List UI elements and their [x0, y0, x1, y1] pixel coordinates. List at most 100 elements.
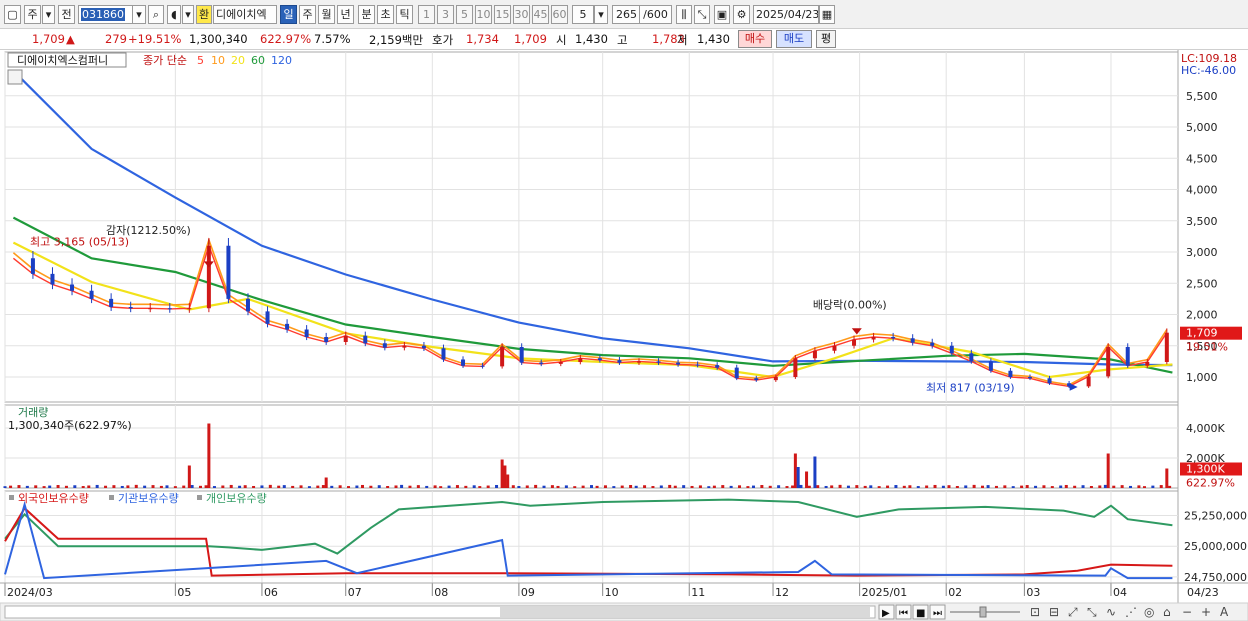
volume-bar [64, 485, 68, 488]
nav-button-icon-1: ⏮ [899, 608, 908, 619]
period-unit-label[interactable]: 주 [24, 5, 41, 24]
candle-body [539, 362, 544, 364]
tab-yearly[interactable]: 년 [337, 5, 354, 24]
tool-icon-3: ⤡ [1087, 605, 1097, 619]
volume-bar [159, 485, 163, 488]
tab-second[interactable]: 초 [377, 5, 394, 24]
layout-icon[interactable]: ▢ [4, 5, 21, 24]
volume-bar [126, 485, 130, 488]
volume-bar [1089, 486, 1093, 488]
minute-select[interactable]: 5 [572, 5, 594, 24]
volume-bar [151, 485, 155, 488]
tool-icon-6: ◎ [1144, 605, 1154, 619]
speaker-dropdown-icon[interactable]: ▾ [182, 5, 194, 24]
volume-bar [673, 485, 677, 488]
volume-bar [964, 485, 968, 488]
x-tick-label: 10 [605, 586, 619, 599]
minute-option-45[interactable]: 45 [532, 5, 549, 24]
legend-label: 종가 단순 [143, 54, 187, 67]
volume-bar [933, 484, 937, 488]
tool-icon-1: ⊟ [1049, 605, 1059, 619]
volume-bar [550, 485, 554, 488]
volume-bar [902, 485, 906, 488]
candle-body [382, 343, 387, 348]
volume-bar [1159, 485, 1163, 488]
minute-option-60[interactable]: 60 [551, 5, 568, 24]
minute-option-3[interactable]: 3 [437, 5, 454, 24]
save-icon[interactable]: ▣ [714, 5, 730, 24]
bid-price: 1,709 [514, 32, 547, 46]
volume-bar [377, 485, 381, 488]
tab-weekly[interactable]: 주 [299, 5, 316, 24]
minute-option-5[interactable]: 5 [456, 5, 473, 24]
minute-select-dropdown-icon[interactable]: ▾ [594, 5, 608, 24]
minute-option-30[interactable]: 30 [513, 5, 530, 24]
volume-bar [894, 485, 898, 488]
volume-panel-frame [4, 404, 1179, 489]
candle-body [852, 339, 857, 346]
stock-chart-svg: 2024/03 05 06 07 08 09 10 11 12 2025/01 02 03 04 04/2… [0, 50, 1248, 621]
calendar-icon[interactable]: ▦ [819, 5, 835, 24]
tool-icon-0: ⊡ [1030, 605, 1040, 619]
volume-bar [916, 486, 920, 488]
minute-option-10[interactable]: 10 [475, 5, 492, 24]
settings-gear-icon[interactable]: ⚙ [733, 5, 750, 24]
candle-body [949, 345, 954, 354]
legend-period-20: 20 [231, 54, 245, 67]
candle-body [773, 377, 778, 381]
candle-body [89, 290, 94, 299]
stock-name-field[interactable]: 디에이치엑 [213, 5, 277, 24]
candle-icon[interactable]: ⫼ [676, 5, 692, 24]
tab-monthly[interactable]: 월 [318, 5, 335, 24]
tab-daily[interactable]: 일 [280, 5, 297, 24]
period-dropdown-icon[interactable]: ▾ [42, 5, 55, 24]
prev-button[interactable]: 전 [58, 5, 75, 24]
volume-bar [668, 484, 672, 488]
price-y-label: 5,000 [1186, 121, 1218, 134]
avg-button[interactable]: 평 [816, 30, 836, 48]
chart-title: 디에이치엑스컴퍼니 [17, 54, 108, 67]
x-tick-label: 12 [775, 586, 789, 599]
volume-y-label: 4,000K [1186, 422, 1225, 435]
volume-bar [433, 485, 437, 488]
volume-bar [87, 485, 91, 488]
minute-option-1[interactable]: 1 [418, 5, 435, 24]
volume-bar [620, 485, 624, 488]
volume-bar [941, 485, 945, 488]
crosshair-icon[interactable]: ⤡ [694, 5, 710, 24]
volume-bar [104, 485, 108, 488]
candle-body [421, 345, 426, 349]
volume-bar [1103, 484, 1107, 488]
volume-bar [268, 484, 272, 488]
volume-bar [698, 485, 702, 488]
sell-button[interactable]: 매도 [776, 30, 812, 48]
price-y-label: 4,500 [1186, 152, 1218, 165]
date-input[interactable]: 2025/04/23 [753, 5, 819, 24]
volume-bar [746, 486, 750, 488]
volume-bar [9, 485, 13, 488]
buy-button[interactable]: 매수 [738, 30, 772, 48]
tool-icon-2: ⤢ [1067, 605, 1078, 619]
search-icon[interactable]: ⌕ [148, 5, 164, 24]
exchange-badge[interactable]: 환 [196, 5, 212, 24]
volume-bar [908, 485, 912, 488]
holding-legend-2: 개인보유수량 [206, 492, 267, 505]
x-tick-label: 06 [264, 586, 278, 599]
tab-minute[interactable]: 분 [358, 5, 375, 24]
volume-bar [1011, 486, 1015, 488]
volume-bar [360, 484, 364, 488]
volume-bar [595, 485, 599, 488]
tab-tick[interactable]: 틱 [396, 5, 413, 24]
speaker-icon[interactable]: ◖ [167, 5, 181, 24]
volume-bar [321, 485, 325, 488]
volume-bar [143, 485, 147, 488]
volume-bar [204, 485, 208, 488]
volume-spike-bar [813, 456, 817, 488]
code-dropdown-icon[interactable]: ▾ [132, 5, 146, 24]
candle-body [226, 245, 231, 299]
candle-body [128, 307, 133, 309]
volume-bar [277, 485, 281, 488]
minute-option-15[interactable]: 15 [494, 5, 511, 24]
nav-button-icon-0: ▶ [882, 608, 890, 619]
bar-count-input[interactable]: 265 [612, 5, 640, 24]
